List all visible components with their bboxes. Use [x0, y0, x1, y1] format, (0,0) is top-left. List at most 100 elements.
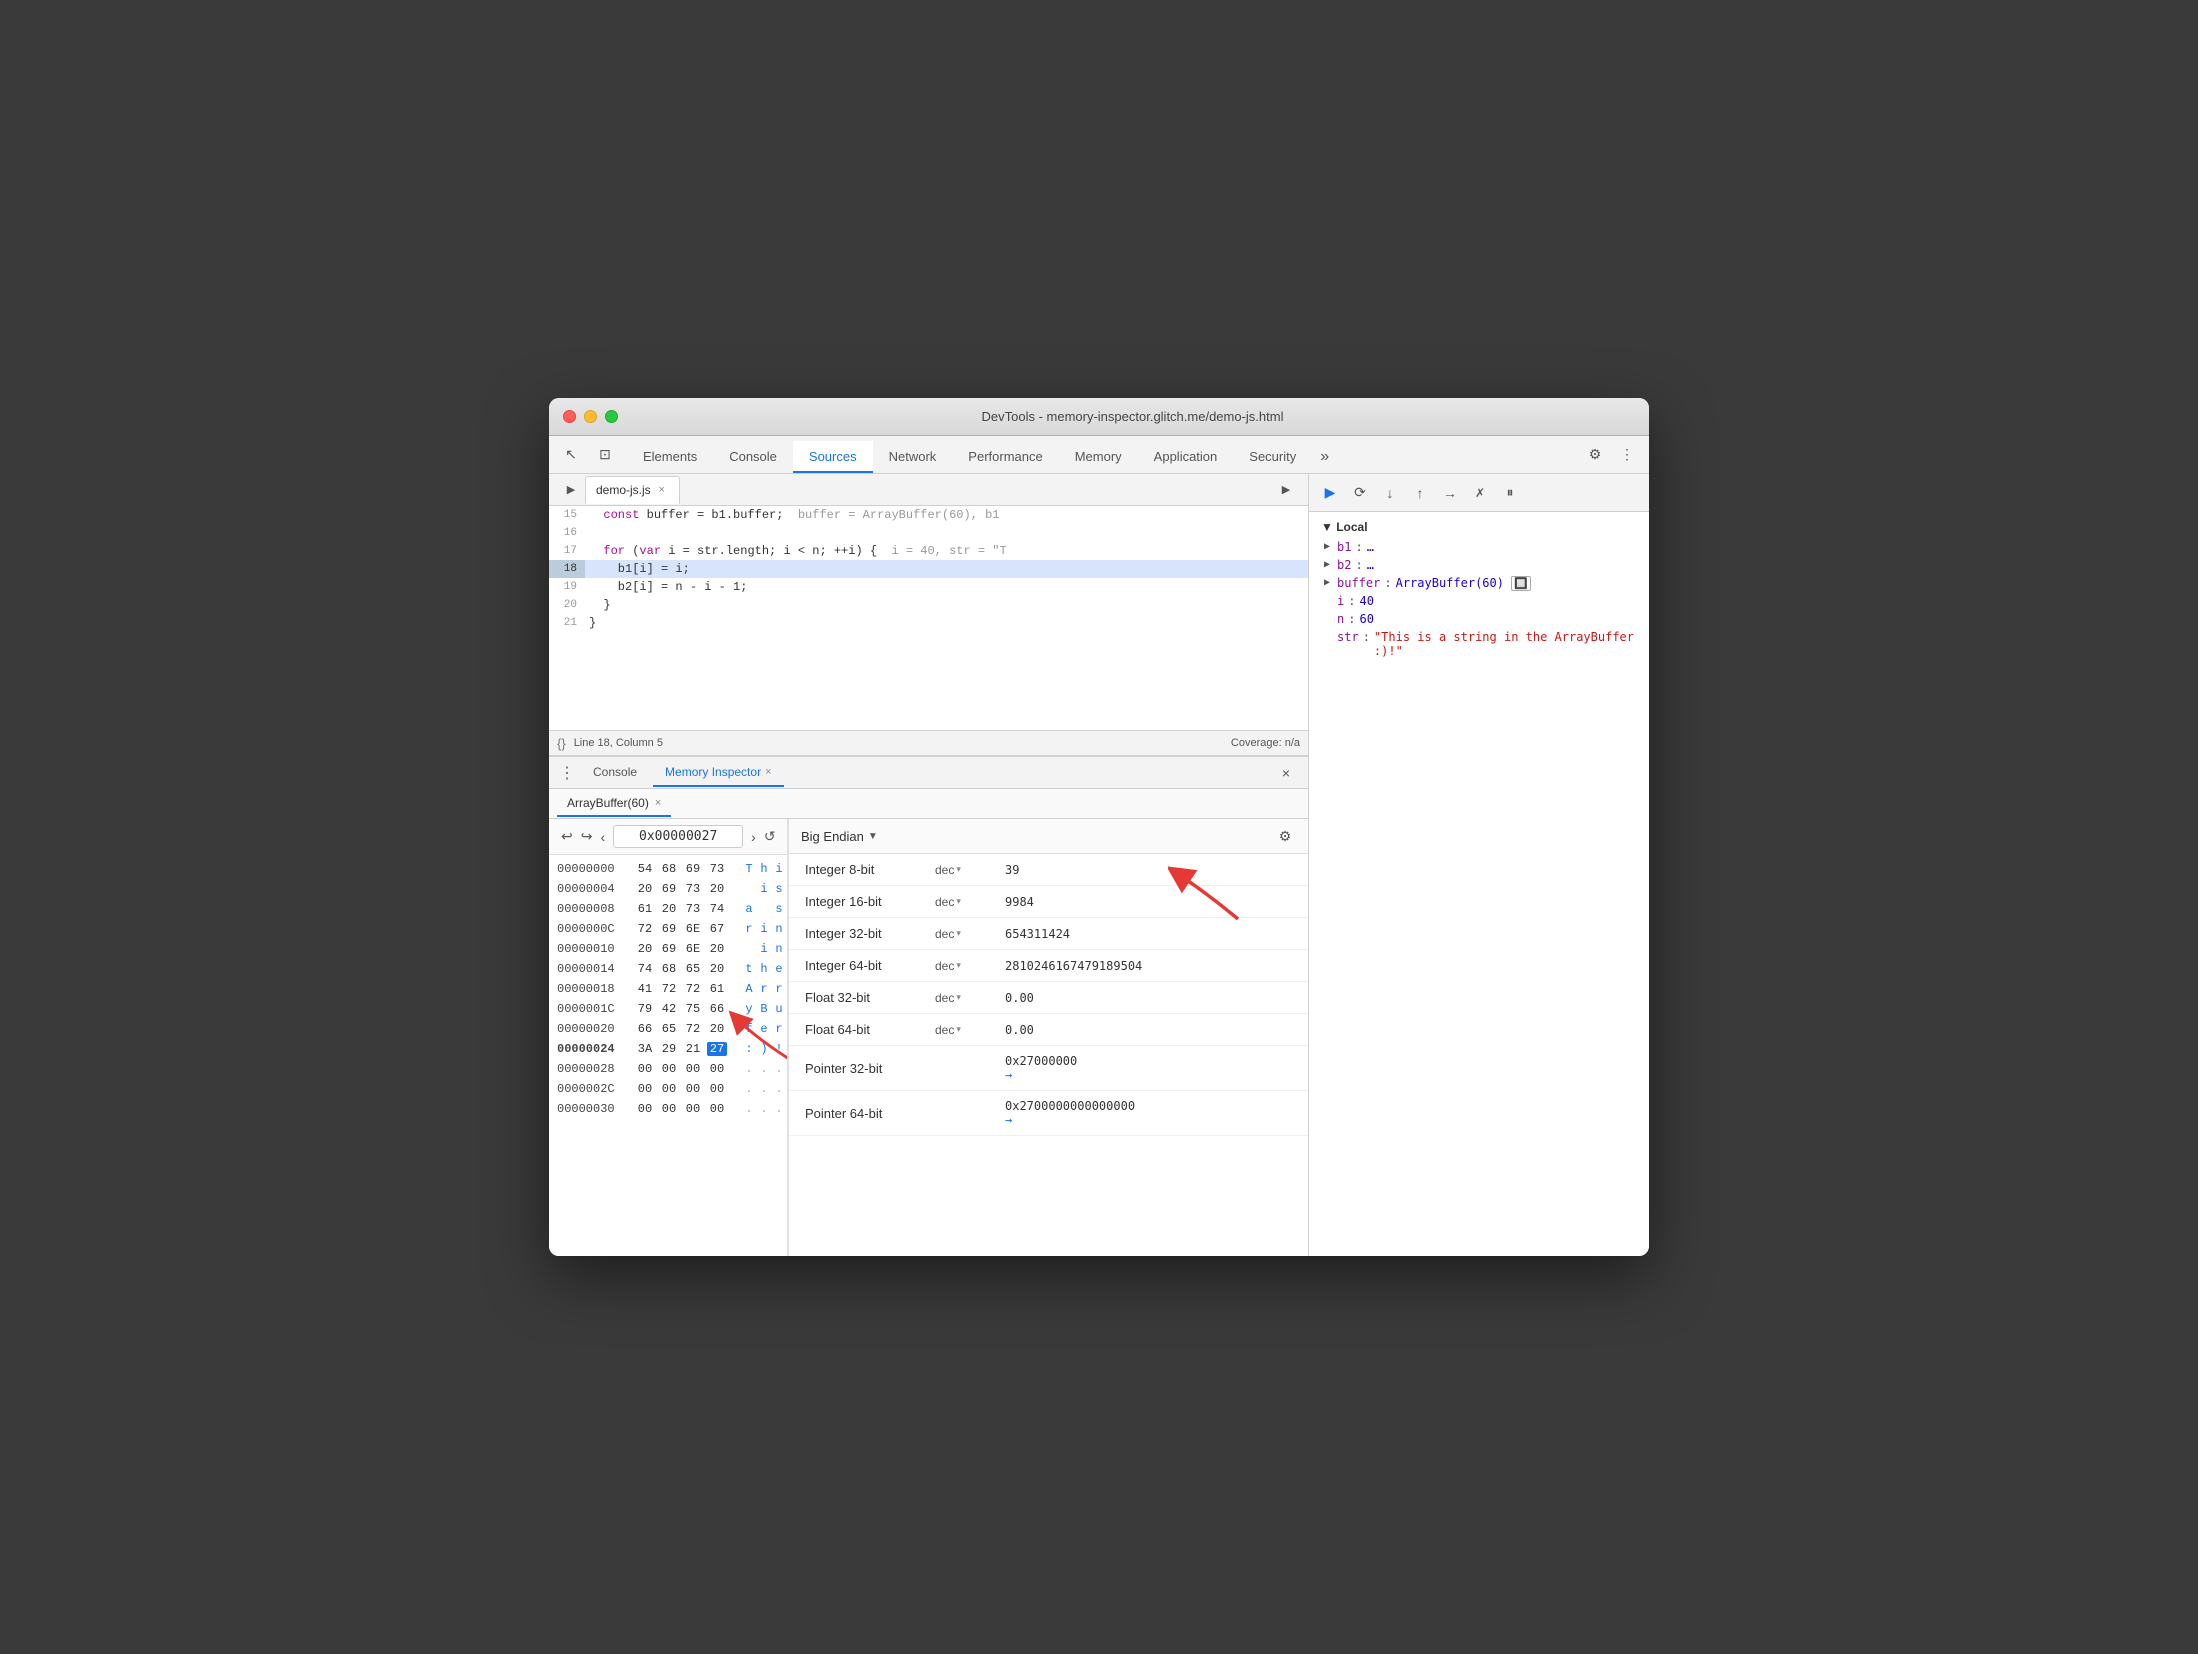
more-options-icon[interactable]: ⋮	[1613, 441, 1641, 469]
devtools-tab-bar: ↖ ⊡ Elements Console Sources Network Per…	[549, 436, 1649, 474]
window-buttons	[563, 410, 618, 423]
code-line-18: 18 b1[i] = i;	[549, 560, 1308, 578]
mi-fmt-int8[interactable]: dec ▾	[935, 863, 1005, 877]
line-num-18: 18	[549, 560, 585, 578]
memory-inspector-close[interactable]: ×	[765, 766, 771, 778]
right-column: ▶ ⟳ ↓ ↑ → ✗ ⏸ ▼ Local ▶ b1 :	[1309, 474, 1649, 1256]
line-content-17: for (var i = str.length; i < n; ++i) { i…	[585, 542, 1308, 560]
run-snippet-icon[interactable]: ▶	[1272, 476, 1300, 504]
ptr32-link[interactable]: →	[1005, 1068, 1292, 1082]
code-line-17: 17 for (var i = str.length; i < n; ++i) …	[549, 542, 1308, 560]
debug-step-over-btn[interactable]: ⟳	[1347, 480, 1373, 506]
tab-performance[interactable]: Performance	[952, 441, 1058, 473]
line-content-16	[585, 524, 1308, 542]
mi-type-name-float64: Float 64-bit	[805, 1022, 935, 1037]
var-expand-buffer[interactable]: ▶	[1321, 576, 1333, 588]
hex-prev-btn[interactable]: ‹	[600, 826, 605, 848]
line-content-19: b2[i] = n - i - 1;	[585, 578, 1308, 596]
browser-window: DevTools - memory-inspector.glitch.me/de…	[549, 398, 1649, 1256]
line-content-18: b1[i] = i;	[585, 560, 1308, 578]
debug-play-btn[interactable]: ▶	[1317, 480, 1343, 506]
debug-step-out-btn[interactable]: ↑	[1407, 480, 1433, 506]
tab-console-bottom[interactable]: Console	[581, 759, 649, 787]
file-tab-demo-js[interactable]: demo-js.js ×	[585, 476, 680, 504]
tab-security[interactable]: Security	[1233, 441, 1312, 473]
mi-type-name-int8: Integer 8-bit	[805, 862, 935, 877]
array-buffer-tab-close[interactable]: ×	[655, 797, 661, 809]
window-title: DevTools - memory-inspector.glitch.me/de…	[630, 409, 1635, 424]
selected-byte[interactable]: 27	[707, 1042, 727, 1056]
hex-row-00: 00000000 54 68 69 73 T	[549, 859, 787, 879]
inspector-settings-btn[interactable]: ⚙	[1274, 825, 1296, 847]
left-column: ▶ demo-js.js × ▶ 15 const	[549, 474, 1309, 1256]
var-expand-b1[interactable]: ▶	[1321, 540, 1333, 552]
hex-addr-00: 00000000	[557, 862, 627, 876]
hex-refresh-btn[interactable]: ↺	[764, 826, 776, 848]
line-num-17: 17	[549, 542, 585, 560]
var-row-buffer: ▶ buffer : ArrayBuffer(60) 🔲	[1309, 574, 1649, 592]
file-tab-bar: ▶ demo-js.js × ▶	[549, 474, 1308, 506]
hex-row-04: 00000004 20 69 73 20	[549, 879, 787, 899]
hex-row-08: 00000008 61 20 73 74 a	[549, 899, 787, 919]
devtools-top-right: ⚙ ⋮	[1581, 441, 1641, 469]
tab-memory[interactable]: Memory	[1059, 441, 1138, 473]
devtools-toolbar-icons: ↖ ⊡	[557, 441, 619, 469]
tab-more[interactable]: »	[1312, 441, 1337, 473]
mi-row-int32: Integer 32-bit dec ▾ 654311424	[789, 918, 1308, 950]
mi-fmt-float32[interactable]: dec ▾	[935, 991, 1005, 1005]
hex-toolbar: ↩ ↪ ‹ › ↺	[549, 819, 787, 855]
tab-network[interactable]: Network	[873, 441, 953, 473]
play-icon[interactable]: ▶	[557, 476, 585, 504]
endian-select[interactable]: Big Endian ▼	[801, 829, 878, 844]
endian-label: Big Endian	[801, 829, 864, 844]
mi-fmt-int16[interactable]: dec ▾	[935, 895, 1005, 909]
close-bottom-panel-icon[interactable]: ×	[1272, 759, 1300, 787]
hex-undo-btn[interactable]: ↩	[561, 826, 573, 848]
minimize-button[interactable]	[584, 410, 597, 423]
array-buffer-tab-bar: ArrayBuffer(60) ×	[549, 789, 1308, 819]
hex-redo-btn[interactable]: ↪	[581, 826, 593, 848]
mi-value-int32: 654311424	[1005, 927, 1292, 941]
close-button[interactable]	[563, 410, 576, 423]
bottom-tab-menu[interactable]: ⋮	[557, 763, 577, 783]
hex-row-28: 00000028 00 00 00 00 .	[549, 1059, 787, 1079]
hex-row-1c: 0000001C 79 42 75 66 y	[549, 999, 787, 1019]
mi-fmt-float64[interactable]: dec ▾	[935, 1023, 1005, 1037]
mi-value-ptr64: 0x2700000000000000 →	[1005, 1099, 1292, 1127]
hex-next-btn[interactable]: ›	[751, 826, 756, 848]
cursor-icon[interactable]: ↖	[557, 441, 585, 469]
line-num-19: 19	[549, 578, 585, 596]
device-icon[interactable]: ⊡	[591, 441, 619, 469]
hex-row-14: 00000014 74 68 65 20 t	[549, 959, 787, 979]
mi-type-name-int32: Integer 32-bit	[805, 926, 935, 941]
var-row-b1: ▶ b1 : …	[1309, 538, 1649, 556]
debug-step-btn[interactable]: →	[1437, 480, 1463, 506]
line-num-16: 16	[549, 524, 585, 542]
mi-type-rows: Integer 8-bit dec ▾ 39 Integer 16-b	[789, 854, 1308, 1256]
var-expand-str	[1321, 630, 1333, 642]
hex-ascii-00: T h i s	[743, 862, 787, 876]
var-expand-n	[1321, 612, 1333, 624]
tab-console[interactable]: Console	[713, 441, 793, 473]
array-buffer-tab[interactable]: ArrayBuffer(60) ×	[557, 791, 671, 817]
mi-fmt-int32[interactable]: dec ▾	[935, 927, 1005, 941]
hex-address-input[interactable]	[613, 825, 743, 848]
mi-fmt-int64[interactable]: dec ▾	[935, 959, 1005, 973]
file-tab-right-icon: ▶	[1264, 476, 1300, 504]
var-section-local: ▼ Local	[1309, 516, 1649, 538]
settings-icon[interactable]: ⚙	[1581, 441, 1609, 469]
file-tab-close[interactable]: ×	[655, 483, 669, 497]
maximize-button[interactable]	[605, 410, 618, 423]
ptr64-link[interactable]: →	[1005, 1113, 1292, 1127]
debug-step-into-btn[interactable]: ↓	[1377, 480, 1403, 506]
mi-type-name-int16: Integer 16-bit	[805, 894, 935, 909]
mi-type-name-ptr32: Pointer 32-bit	[805, 1061, 935, 1076]
var-expand-b2[interactable]: ▶	[1321, 558, 1333, 570]
tab-application[interactable]: Application	[1138, 441, 1234, 473]
debug-deactivate-btn[interactable]: ✗	[1467, 480, 1493, 506]
debug-pause-btn[interactable]: ⏸	[1497, 480, 1523, 506]
tab-elements[interactable]: Elements	[627, 441, 713, 473]
mi-row-float64: Float 64-bit dec ▾ 0.00	[789, 1014, 1308, 1046]
tab-sources[interactable]: Sources	[793, 441, 873, 473]
tab-memory-inspector[interactable]: Memory Inspector ×	[653, 759, 783, 787]
